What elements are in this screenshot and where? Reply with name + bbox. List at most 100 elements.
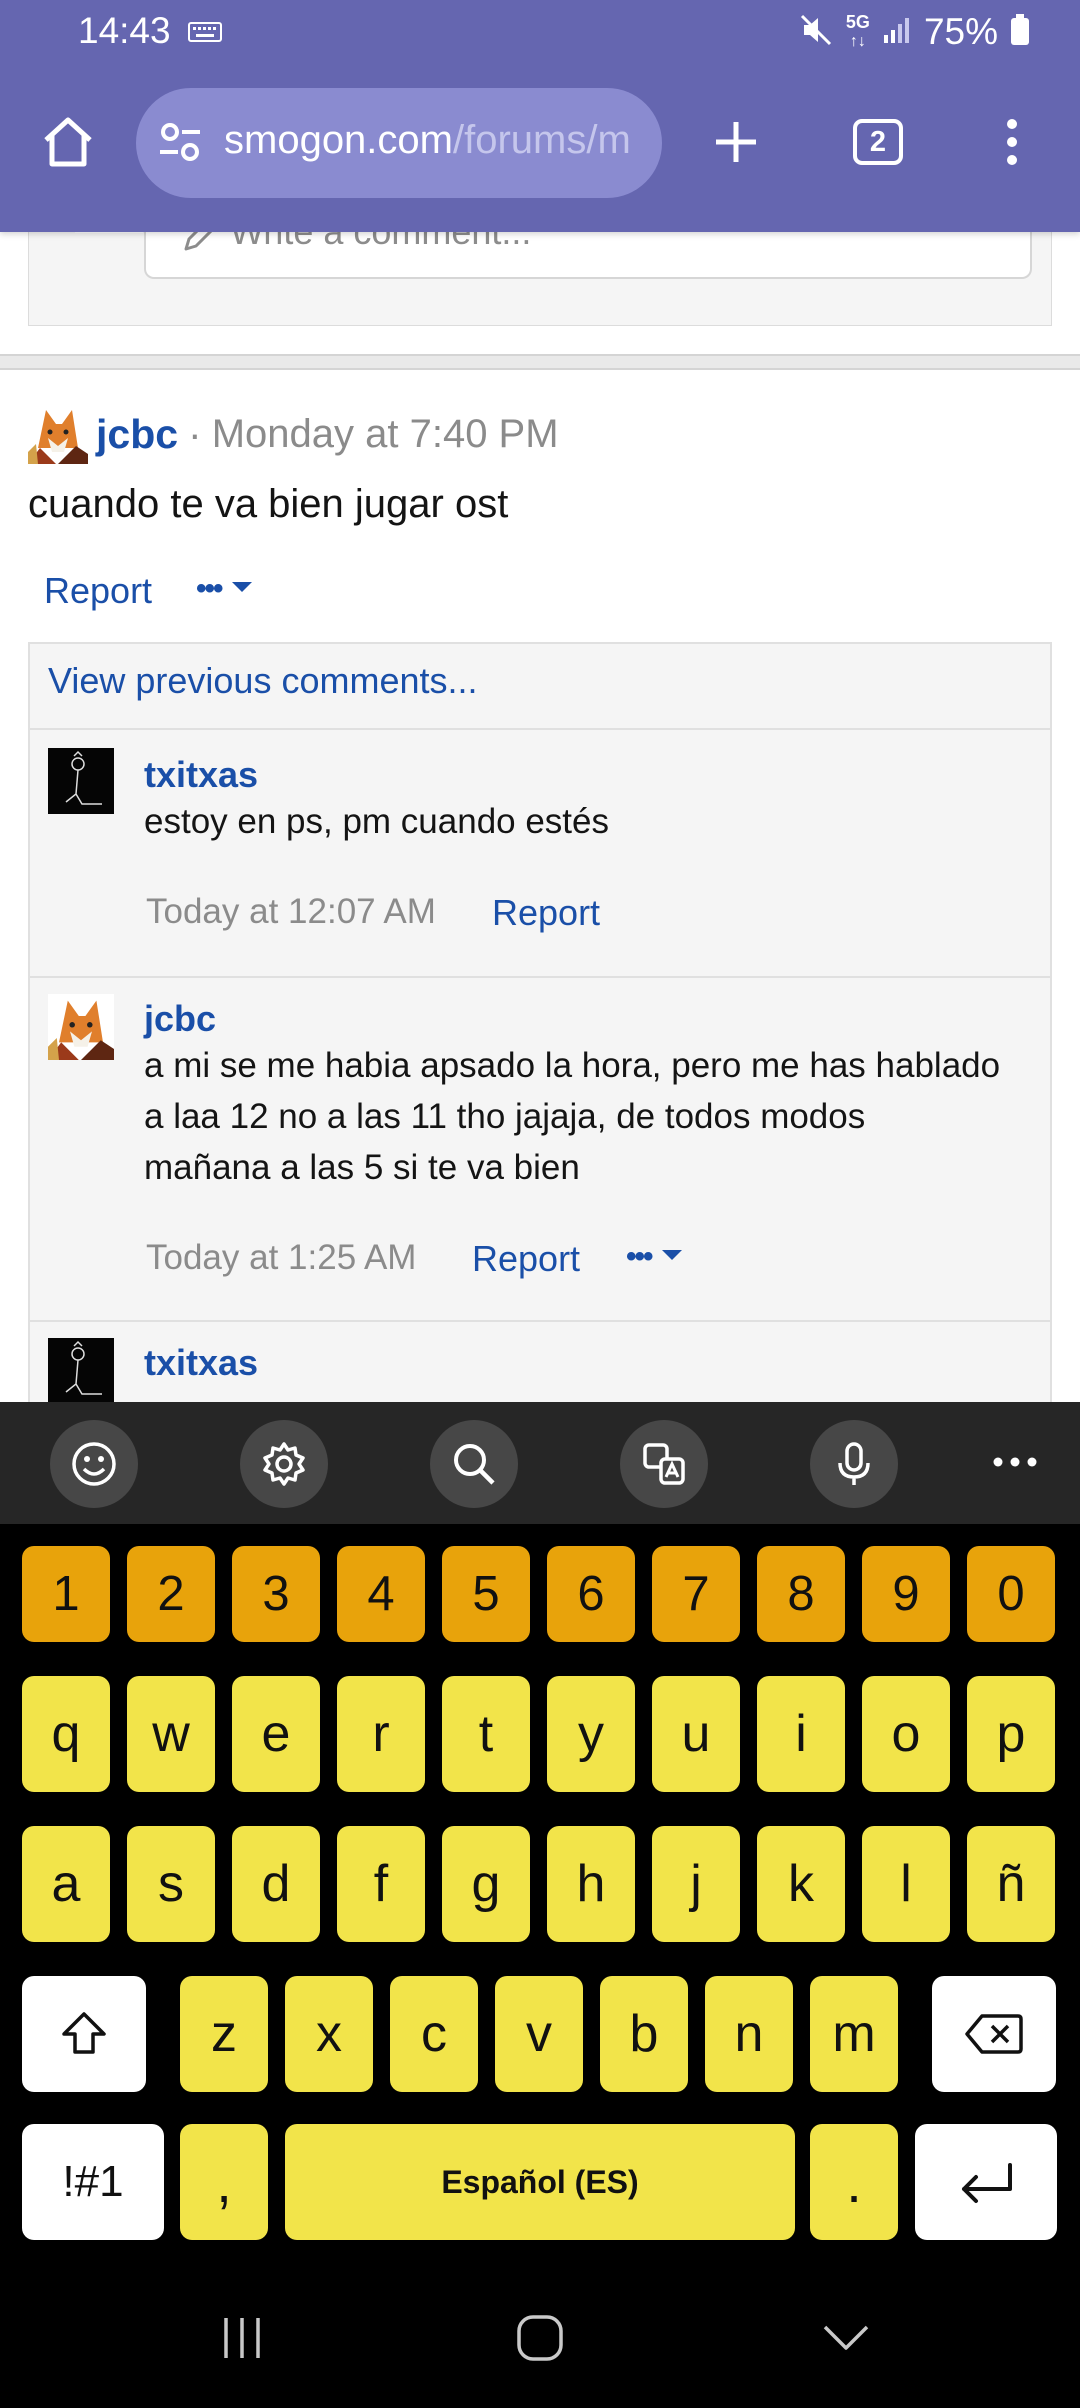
key[interactable]: m <box>810 1976 898 2092</box>
key[interactable]: g <box>442 1826 530 1942</box>
post-timestamp[interactable]: Monday at 7:40 PM <box>212 412 559 457</box>
key[interactable]: u <box>652 1676 740 1792</box>
url-path: /forums/m <box>452 118 631 162</box>
pencil-icon <box>180 232 220 260</box>
translate-icon[interactable] <box>620 1420 708 1508</box>
comment-timestamp[interactable]: Today at 12:07 AM <box>146 892 436 932</box>
key[interactable]: c <box>390 1976 478 2092</box>
key[interactable]: x <box>285 1976 373 2092</box>
key[interactable]: j <box>652 1826 740 1942</box>
comment-author[interactable]: txitxas <box>144 754 258 796</box>
new-tab-icon[interactable] <box>698 104 774 180</box>
comment-author[interactable]: jcbc <box>144 998 216 1040</box>
key[interactable]: k <box>757 1826 845 1942</box>
comment-divider <box>30 976 1050 978</box>
meta-separator: · <box>188 410 202 457</box>
key[interactable]: 9 <box>862 1546 950 1642</box>
comment-text-line: a mi se me habia apsado la hora, pero me… <box>144 1046 1001 1085</box>
settings-icon[interactable] <box>240 1420 328 1508</box>
emoji-icon[interactable] <box>50 1420 138 1508</box>
microphone-icon[interactable] <box>810 1420 898 1508</box>
key[interactable]: 7 <box>652 1546 740 1642</box>
key[interactable]: z <box>180 1976 268 2092</box>
comment-text-line: a laa 12 no a las 11 tho jajaja, de todo… <box>144 1097 866 1136</box>
report-button[interactable]: Report <box>472 1238 580 1280</box>
comment-placeholder: Write a comment... <box>230 232 531 253</box>
backspace-icon <box>965 2014 1023 2054</box>
key[interactable]: b <box>600 1976 688 2092</box>
key[interactable]: w <box>127 1676 215 1792</box>
comment-divider <box>30 728 1050 730</box>
space-key[interactable]: Español (ES) <box>285 2124 795 2240</box>
key[interactable]: q <box>22 1676 110 1792</box>
comment-author[interactable]: txitxas <box>144 1342 258 1384</box>
key[interactable]: 0 <box>967 1546 1055 1642</box>
url-bar[interactable]: smogon.com/forums/m <box>136 88 662 198</box>
key[interactable]: 8 <box>757 1546 845 1642</box>
key[interactable]: 6 <box>547 1546 635 1642</box>
backspace-key[interactable] <box>932 1976 1056 2092</box>
avatar[interactable] <box>48 994 114 1060</box>
comment-text-line: mañana a las 5 si te va bien <box>144 1148 580 1187</box>
shift-key[interactable] <box>22 1976 146 2092</box>
more-options-button[interactable]: ••• <box>626 1240 684 1274</box>
key[interactable]: e <box>232 1676 320 1792</box>
key[interactable]: p <box>967 1676 1055 1792</box>
key[interactable]: f <box>337 1826 425 1942</box>
post-author[interactable]: jcbc <box>96 411 178 458</box>
key[interactable]: i <box>757 1676 845 1792</box>
key[interactable]: ñ <box>967 1826 1055 1942</box>
key[interactable]: v <box>495 1976 583 2092</box>
key[interactable]: 4 <box>337 1546 425 1642</box>
key[interactable]: r <box>337 1676 425 1792</box>
more-icon[interactable] <box>990 1442 1040 1482</box>
tabs-button[interactable]: 2 <box>840 104 916 180</box>
key[interactable]: o <box>862 1676 950 1792</box>
shift-icon <box>62 2012 106 2054</box>
menu-icon[interactable] <box>974 104 1050 180</box>
key[interactable]: s <box>127 1826 215 1942</box>
back-chevron-icon[interactable] <box>806 2308 886 2368</box>
key[interactable]: 5 <box>442 1546 530 1642</box>
avatar[interactable] <box>48 748 114 814</box>
section-divider <box>0 354 1080 370</box>
comment-input[interactable]: Write a comment... <box>144 232 1032 279</box>
browser-chrome: 14:43 5G ↑↓ 75% smogon.com/forums/m 2 <box>0 0 1080 232</box>
keyboard-toolbar <box>0 1402 1080 1524</box>
key[interactable]: 2 <box>127 1546 215 1642</box>
key[interactable]: n <box>705 1976 793 2092</box>
symbols-key[interactable]: !#1 <box>22 2124 164 2240</box>
avatar[interactable] <box>28 404 88 464</box>
home-icon[interactable] <box>30 104 106 180</box>
key[interactable]: l <box>862 1826 950 1942</box>
home-nav-icon[interactable] <box>500 2308 580 2368</box>
key[interactable]: 3 <box>232 1546 320 1642</box>
url-host: smogon.com <box>224 118 453 162</box>
report-button[interactable]: Report <box>492 892 600 934</box>
key[interactable]: y <box>547 1676 635 1792</box>
key[interactable]: t <box>442 1676 530 1792</box>
comment-timestamp[interactable]: Today at 1:25 AM <box>146 1238 416 1278</box>
user-avatar <box>75 232 143 233</box>
keyboard-indicator-icon <box>188 22 222 47</box>
enter-key[interactable] <box>915 2124 1057 2240</box>
network-5g-icon: 5G ↑↓ <box>845 12 870 50</box>
recent-apps-icon[interactable] <box>202 2308 282 2368</box>
more-options-button[interactable]: ••• <box>196 572 254 606</box>
enter-icon <box>962 2163 1012 2203</box>
key[interactable]: d <box>232 1826 320 1942</box>
view-previous-comments-link[interactable]: View previous comments... <box>48 660 478 702</box>
key[interactable]: 1 <box>22 1546 110 1642</box>
search-icon[interactable] <box>430 1420 518 1508</box>
key[interactable]: a <box>22 1826 110 1942</box>
site-settings-icon[interactable] <box>156 118 204 171</box>
signal-icon <box>882 15 912 50</box>
key[interactable]: h <box>547 1826 635 1942</box>
status-time: 14:43 <box>78 10 171 51</box>
report-button[interactable]: Report <box>44 570 152 612</box>
avatar[interactable] <box>48 1338 114 1402</box>
period-key[interactable]: . <box>810 2124 898 2240</box>
comma-key[interactable]: , <box>180 2124 268 2240</box>
navigation-bar <box>0 2268 1080 2408</box>
page-content: Write a comment... jcbc · Monday at 7:40… <box>0 232 1080 1402</box>
